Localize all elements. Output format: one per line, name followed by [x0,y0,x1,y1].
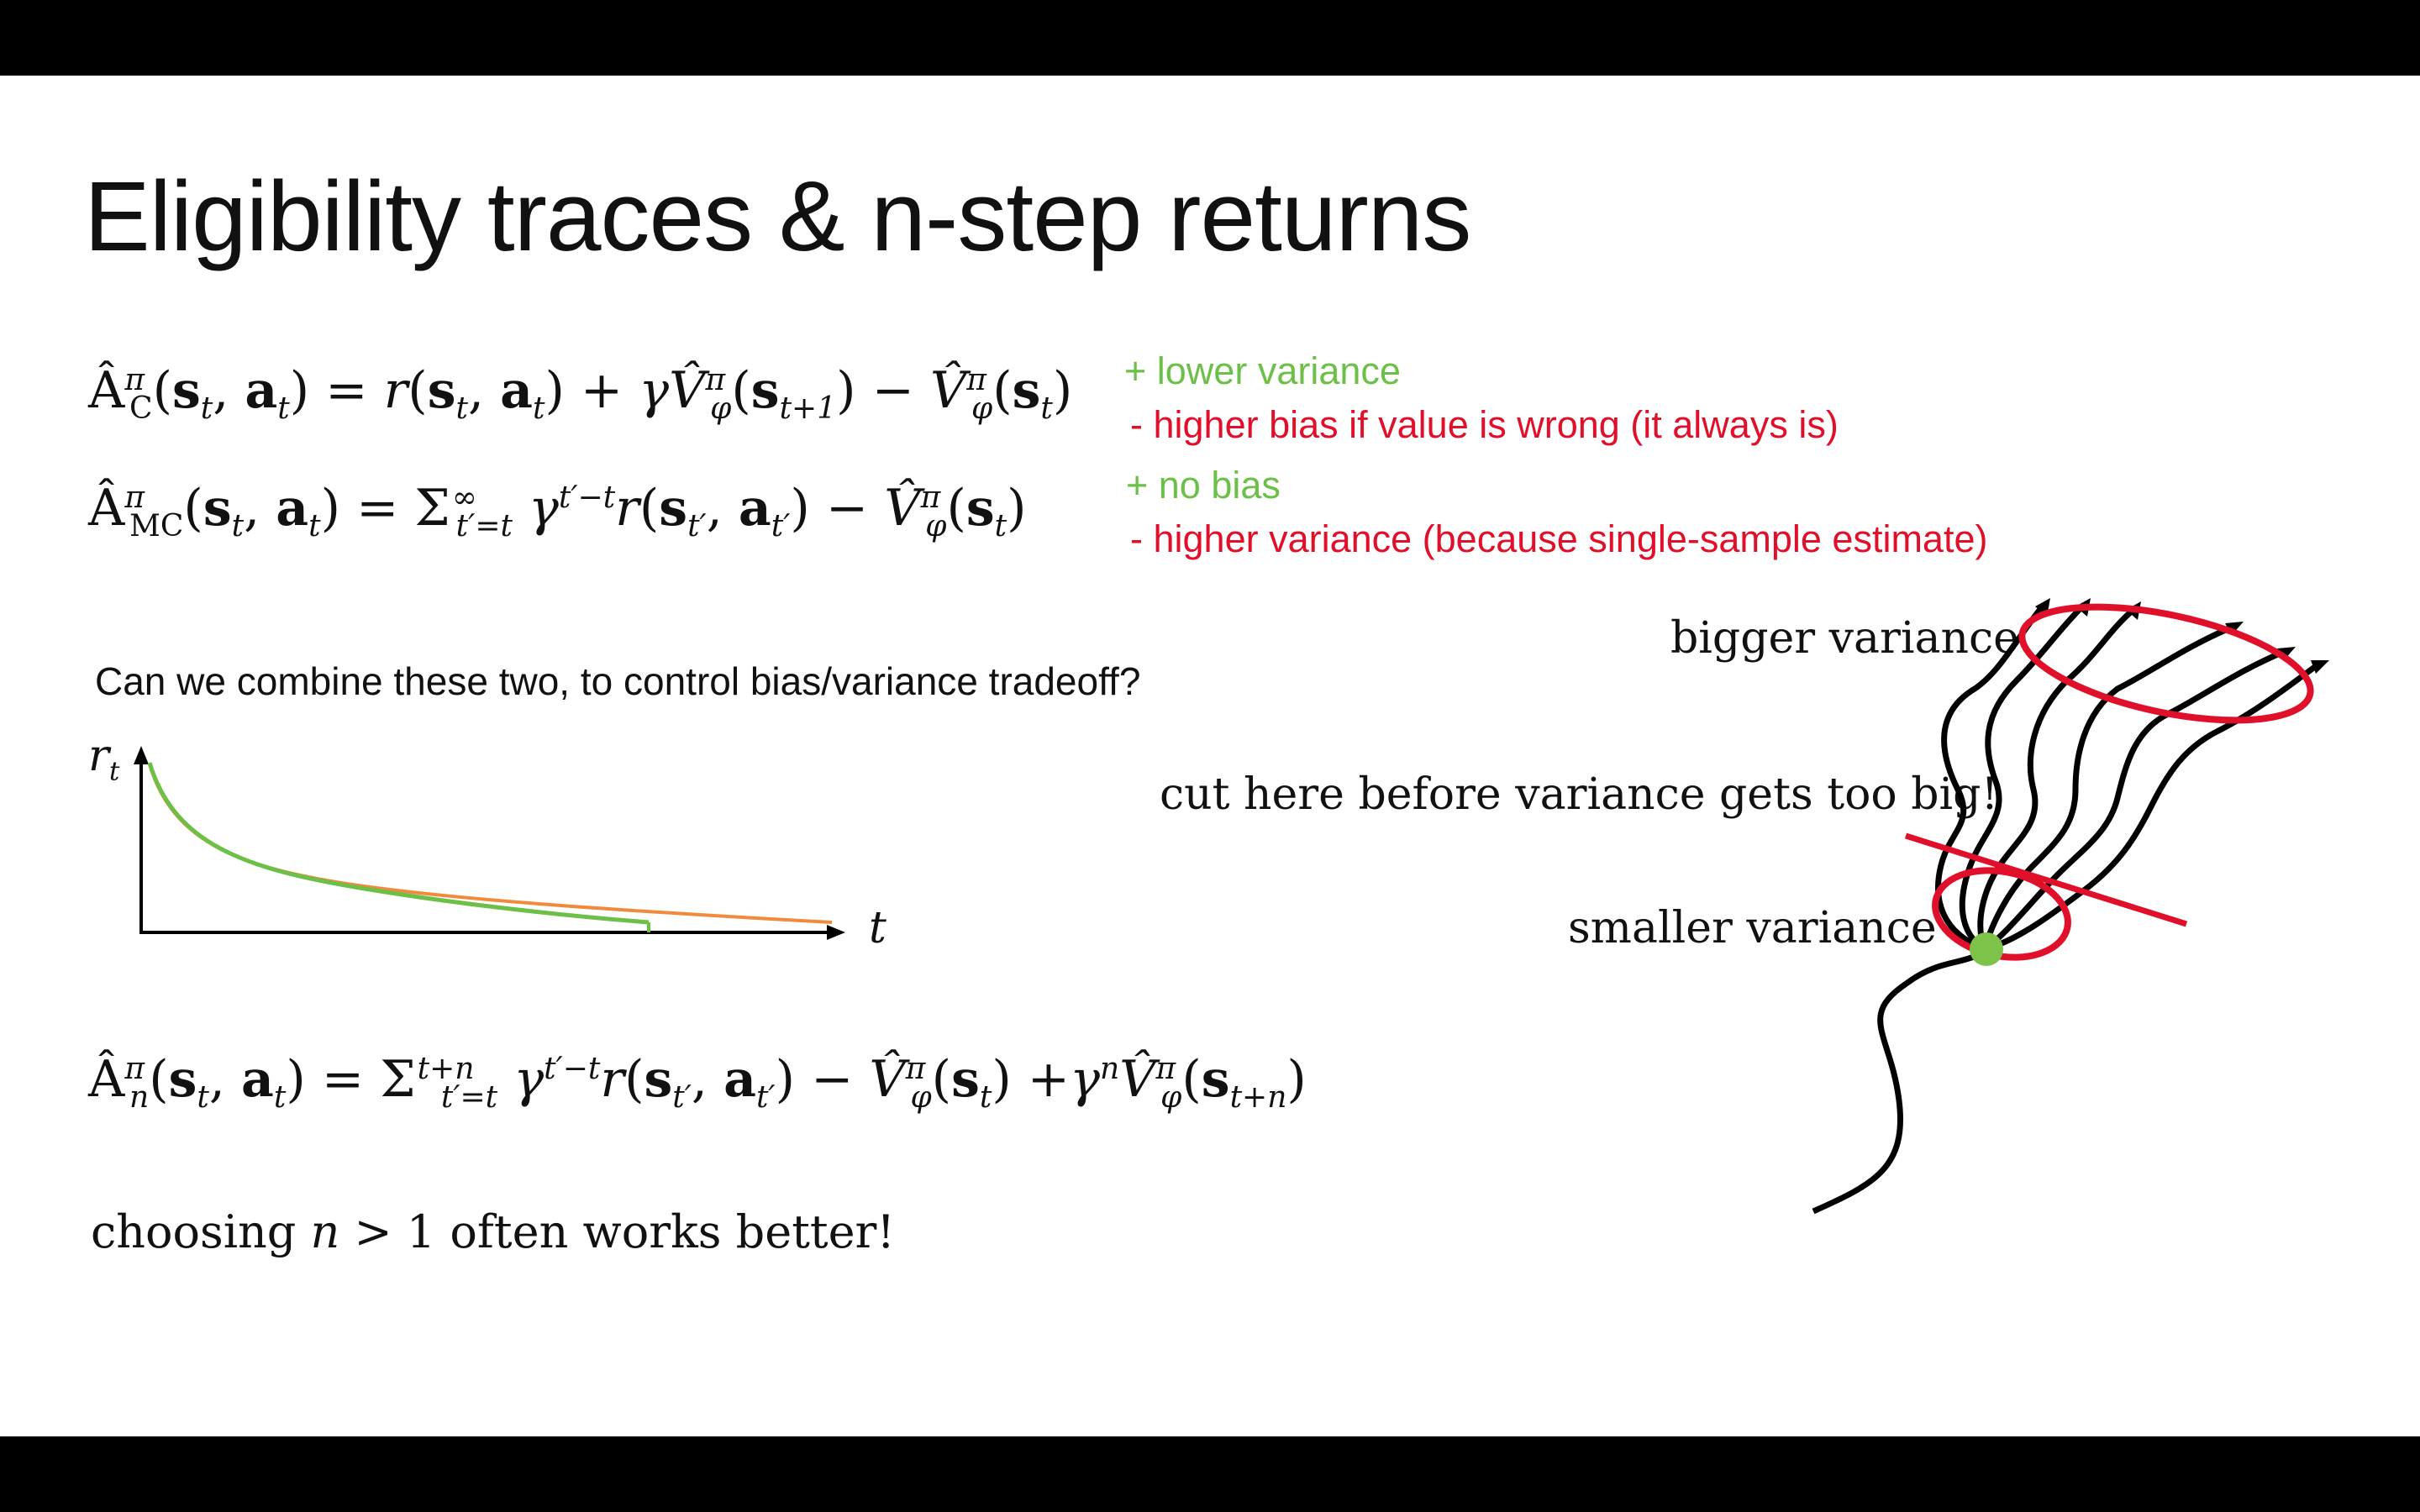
slide-title: Eligibility traces & n-step returns [84,161,1471,272]
fanning-trajectories [1935,602,2322,953]
mc-con-note: - higher variance (because single-sample… [1130,517,1988,560]
conclusion-text: choosing n > 1 often works better! [91,1205,896,1258]
y-axis-arrowhead [134,746,149,764]
equation-critic-advantage: ÂπC(st, at) = r(st, at) + γV̂πφ(st+1) − … [88,361,1073,426]
trajectory-diagram [1812,598,2329,1215]
equation-mc-advantage: ÂπMC(st, at) = Σ∞t′=t γt′−tr(st′, at′) −… [88,479,1027,543]
x-axis-arrowhead [827,925,845,940]
bottom-letterbox-bar [0,1436,2420,1512]
orange-reward-curve [148,764,833,924]
reward-x-label: t [869,903,886,953]
mc-pro-note: + no bias [1126,464,1281,507]
question-text: Can we combine these two, to control bia… [95,659,1141,703]
reward-y-label: rt [88,731,120,787]
green-reward-curve [147,762,650,925]
critic-pro-note: + lower variance [1124,349,1401,392]
top-letterbox-bar [0,0,2420,76]
slide: Eligibility traces & n-step returns ÂπC(… [0,76,2420,1436]
equation-nstep-advantage: Âπn(st, at) = Σt+nt′=t γt′−tr(st′, at′) … [88,1050,1307,1115]
incoming-trajectory [1812,947,1989,1215]
state-dot [1970,932,2003,966]
critic-con-note: - higher bias if value is wrong (it alwa… [1130,403,1839,446]
reward-plot [134,746,845,940]
